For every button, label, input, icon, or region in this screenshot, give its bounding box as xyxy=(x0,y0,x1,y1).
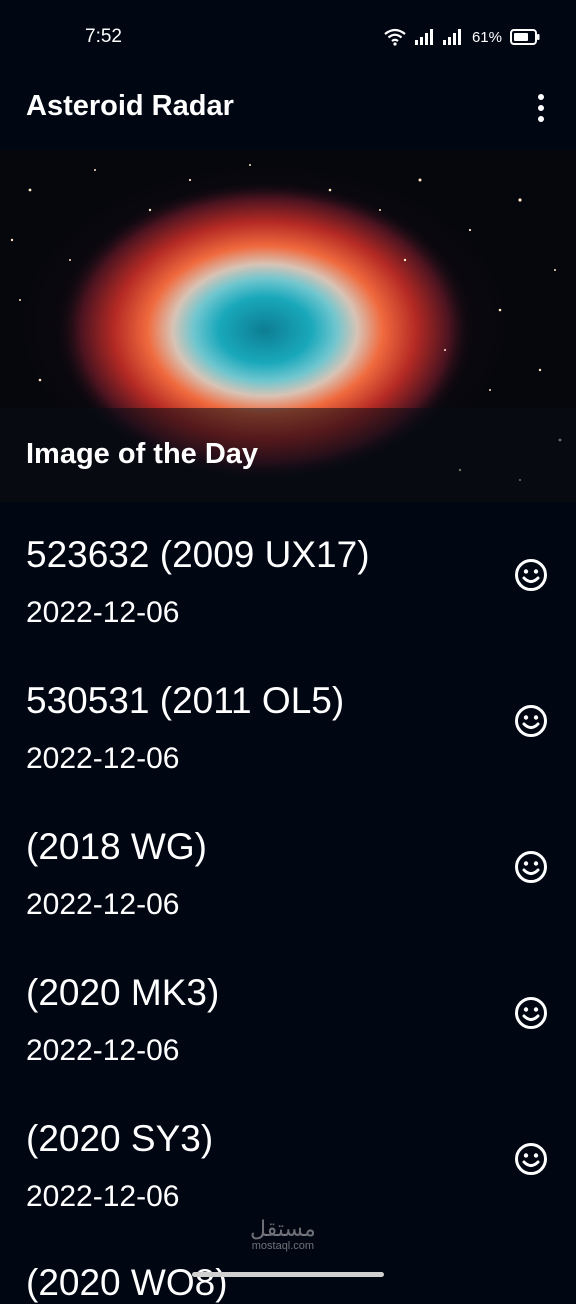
status-time: 7:52 xyxy=(85,26,122,47)
wifi-icon xyxy=(384,28,406,46)
battery-icon xyxy=(510,29,540,45)
smiley-icon xyxy=(515,851,547,883)
asteroid-date: 2022-12-06 xyxy=(26,1180,180,1213)
app-bar: Asteroid Radar xyxy=(0,72,576,150)
list-item[interactable]: 523632 (2009 UX17) 2022-12-06 xyxy=(0,502,576,648)
smiley-icon xyxy=(515,997,547,1029)
asteroid-name: 530531 (2011 OL5) xyxy=(26,680,345,721)
list-item[interactable]: (2018 WG) 2022-12-06 xyxy=(0,794,576,940)
smiley-icon xyxy=(515,559,547,591)
status-bar: 7:52 61% xyxy=(0,0,576,72)
watermark-latin: mostaql.com xyxy=(251,1240,315,1252)
watermark: مستقل mostaql.com xyxy=(250,1216,316,1253)
asteroid-name: (2020 MK3) xyxy=(26,972,220,1013)
asteroid-date: 2022-12-06 xyxy=(26,1034,180,1067)
image-of-the-day[interactable]: Image of the Day xyxy=(0,150,576,502)
asteroid-name: (2018 WG) xyxy=(26,826,207,867)
smiley-icon xyxy=(515,705,547,737)
asteroid-date: 2022-12-06 xyxy=(26,596,180,629)
home-indicator[interactable] xyxy=(192,1272,384,1277)
asteroid-list: 523632 (2009 UX17) 2022-12-06 530531 (20… xyxy=(0,502,576,1232)
list-item-partial[interactable]: (2020 WO8) xyxy=(26,1262,228,1304)
list-item[interactable]: (2020 MK3) 2022-12-06 xyxy=(0,940,576,1086)
signal-icon xyxy=(442,29,461,45)
list-item[interactable]: 530531 (2011 OL5) 2022-12-06 xyxy=(0,648,576,794)
asteroid-name: 523632 (2009 UX17) xyxy=(26,534,370,575)
watermark-arabic: مستقل xyxy=(250,1216,316,1241)
smiley-icon xyxy=(515,1143,547,1175)
list-item[interactable]: (2020 SY3) 2022-12-06 xyxy=(0,1086,576,1232)
app-title: Asteroid Radar xyxy=(26,90,234,122)
status-icons: 61% xyxy=(384,26,540,48)
asteroid-date: 2022-12-06 xyxy=(26,742,180,775)
image-caption: Image of the Day xyxy=(26,438,259,470)
asteroid-name: (2020 SY3) xyxy=(26,1118,214,1159)
more-vert-icon[interactable] xyxy=(526,90,556,126)
signal-icon xyxy=(414,29,433,45)
asteroid-date: 2022-12-06 xyxy=(26,888,180,921)
battery-percent: 61% xyxy=(471,28,502,46)
